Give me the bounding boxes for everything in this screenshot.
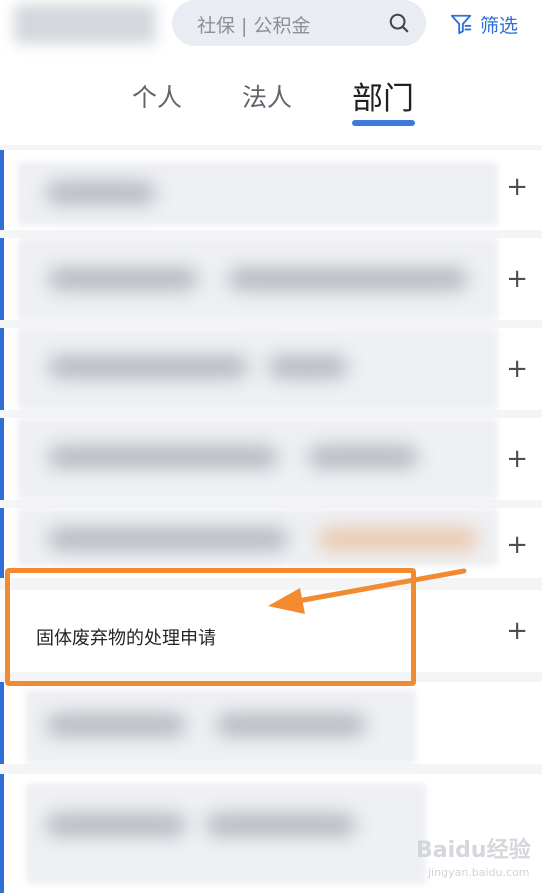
list-item[interactable]: + — [0, 328, 542, 410]
item-accent-bar — [0, 328, 4, 410]
search-box[interactable]: 社保 | 公积金 — [172, 0, 426, 46]
filter-label: 筛选 — [480, 14, 519, 37]
tab-department[interactable]: 部门 — [352, 73, 414, 118]
filter-icon — [450, 14, 472, 35]
watermark-url: jingyan.baidu.com — [428, 866, 530, 879]
item-accent-bar — [0, 774, 4, 893]
list-item[interactable] — [0, 682, 542, 764]
item-accent-bar — [0, 238, 4, 320]
item-accent-bar — [0, 682, 4, 764]
active-tab-indicator — [352, 120, 415, 126]
blurred-content — [18, 238, 498, 320]
blurred-content — [18, 418, 498, 500]
item-accent-bar — [0, 418, 4, 500]
list-item[interactable]: + — [0, 418, 542, 500]
header: 社保 | 公积金 筛选 个人 法人 部门 — [0, 0, 542, 145]
list-item[interactable]: + — [0, 150, 542, 230]
blurred-content — [26, 690, 416, 764]
add-button[interactable]: + — [506, 446, 528, 472]
blurred-content — [18, 508, 498, 566]
search-icon[interactable] — [388, 12, 410, 34]
add-button[interactable]: + — [506, 532, 528, 558]
blurred-content — [18, 162, 498, 226]
list-item[interactable]: + — [0, 238, 542, 320]
search-placeholder: 社保 | 公积金 — [197, 15, 311, 37]
filter-button[interactable]: 筛选 — [450, 10, 518, 38]
highlight-box — [5, 568, 416, 686]
add-button[interactable]: + — [506, 618, 528, 644]
add-button[interactable]: + — [506, 174, 528, 200]
service-list: + + + + + + — [0, 150, 542, 893]
add-button[interactable]: + — [506, 356, 528, 382]
tab-legal-entity[interactable]: 法人 — [242, 78, 292, 114]
add-button[interactable]: + — [506, 266, 528, 292]
item-accent-bar — [0, 150, 4, 230]
blurred-content — [18, 328, 498, 410]
item-accent-bar — [0, 508, 4, 578]
blurred-content — [26, 784, 426, 884]
tab-personal[interactable]: 个人 — [132, 78, 182, 114]
watermark-brand: Baidu经验 — [416, 838, 531, 863]
app-logo-blurred — [14, 4, 156, 44]
